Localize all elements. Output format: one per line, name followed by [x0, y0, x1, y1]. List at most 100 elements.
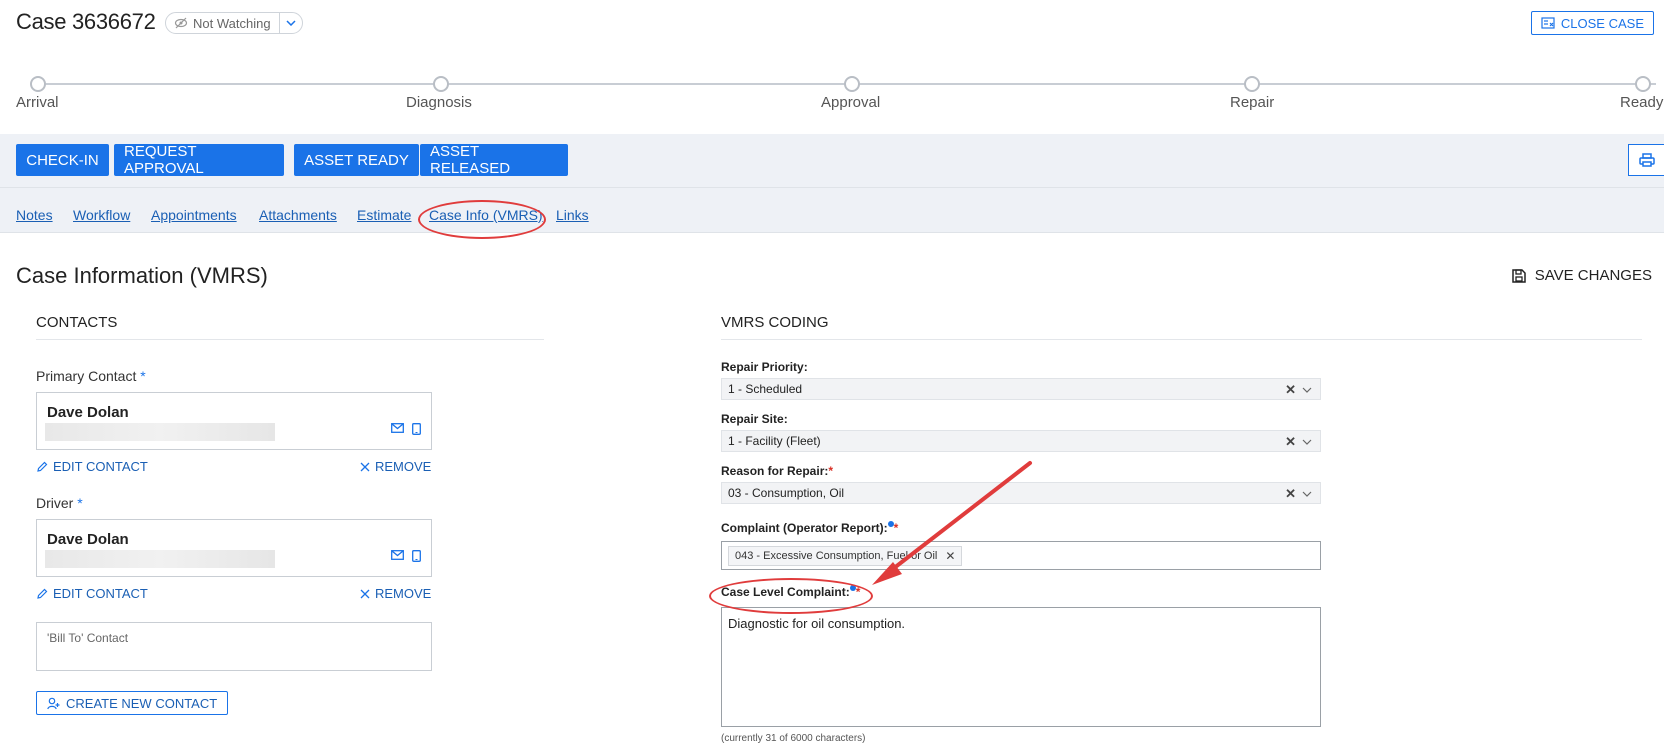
edit-primary-contact-button[interactable]: EDIT CONTACT: [36, 459, 148, 474]
remove-primary-contact-button[interactable]: REMOVE: [360, 459, 431, 474]
close-case-icon: [1541, 17, 1555, 29]
step-label: Diagnosis: [406, 94, 472, 111]
tab-attachments[interactable]: Attachments: [259, 207, 337, 223]
tab-workflow[interactable]: Workflow: [73, 207, 130, 223]
close-case-button[interactable]: CLOSE CASE: [1530, 11, 1654, 35]
required-marker: *: [893, 521, 899, 535]
page-title: Case Information (VMRS): [16, 263, 268, 288]
complaint-chip: 043 - Excessive Consumption, Fuel or Oil…: [728, 546, 963, 566]
remove-label: REMOVE: [375, 459, 432, 474]
case-complaint-label-text: Case Level Complaint:: [721, 585, 850, 599]
required-marker: *: [140, 368, 146, 384]
email-icon[interactable]: [391, 423, 404, 433]
close-icon: [360, 462, 370, 471]
required-marker: *: [855, 585, 861, 599]
tab-links[interactable]: Links: [556, 207, 589, 223]
phone-icon[interactable]: [412, 550, 421, 562]
tab-case-info-vmrs[interactable]: Case Info (VMRS): [429, 207, 543, 223]
watch-dropdown[interactable]: [280, 20, 302, 26]
chip-remove-icon[interactable]: ✕: [945, 549, 955, 563]
step-label: Ready: [1620, 94, 1664, 111]
request-approval-button[interactable]: REQUEST APPROVAL: [114, 143, 284, 177]
edit-driver-contact-button[interactable]: EDIT CONTACT: [36, 586, 148, 601]
edit-contact-label: EDIT CONTACT: [53, 586, 148, 601]
driver-contact-card: Dave Dolan: [36, 519, 432, 577]
tab-bar: Notes Workflow Appointments Attachments …: [0, 188, 1664, 233]
print-button[interactable]: [1628, 144, 1664, 176]
asset-released-button[interactable]: ASSET RELEASED: [420, 143, 568, 177]
contacts-section-title: CONTACTS: [36, 314, 544, 340]
watch-label: Not Watching: [193, 15, 271, 31]
step-dot: [844, 76, 860, 92]
bill-to-contact-field[interactable]: 'Bill To' Contact: [36, 622, 432, 671]
tab-appointments[interactable]: Appointments: [151, 207, 237, 223]
add-user-icon: [47, 697, 60, 709]
case-level-complaint-textarea[interactable]: Diagnostic for oil consumption.: [721, 607, 1321, 727]
chevron-down-icon: [286, 20, 296, 26]
step-dot: [1635, 76, 1651, 92]
vmrs-section-title: VMRS CODING: [721, 314, 1642, 340]
step-label: Repair: [1230, 94, 1275, 111]
asset-ready-button[interactable]: ASSET READY: [294, 144, 419, 176]
repair-site-select[interactable]: 1 - Facility (Fleet) ✕: [721, 430, 1321, 452]
step-dot: [433, 76, 449, 92]
complaint-multiselect[interactable]: 043 - Excessive Consumption, Fuel or Oil…: [721, 541, 1321, 570]
eye-off-icon: [174, 17, 188, 29]
bill-to-placeholder: 'Bill To' Contact: [47, 631, 129, 645]
create-new-contact-button[interactable]: CREATE NEW CONTACT: [36, 691, 229, 715]
remove-label: REMOVE: [375, 586, 432, 601]
save-changes-button[interactable]: SAVE CHANGES: [1511, 267, 1652, 284]
driver-name: Dave Dolan: [47, 531, 129, 548]
step-label: Approval: [821, 94, 881, 111]
primary-contact-label-text: Primary Contact: [36, 368, 137, 384]
edit-contact-label: EDIT CONTACT: [53, 459, 148, 474]
action-bar: CHECK-IN REQUEST APPROVAL ASSET READY AS…: [0, 134, 1664, 188]
reason-label-text: Reason for Repair:: [721, 464, 829, 478]
tab-notes[interactable]: Notes: [16, 207, 53, 223]
tab-estimate[interactable]: Estimate: [357, 207, 411, 223]
required-marker: *: [77, 495, 83, 511]
step-dot: [1244, 76, 1260, 92]
watch-button[interactable]: Not Watching: [166, 13, 280, 33]
phone-icon[interactable]: [412, 423, 421, 435]
save-icon: [1511, 268, 1526, 283]
clear-icon[interactable]: ✕: [1285, 434, 1296, 450]
step-dot: [30, 76, 46, 92]
clear-icon[interactable]: ✕: [1285, 486, 1296, 502]
redacted-contact-info: [45, 423, 275, 441]
reason-for-repair-select[interactable]: 03 - Consumption, Oil ✕: [721, 482, 1321, 504]
primary-contact-card: Dave Dolan: [36, 392, 432, 450]
driver-label: Driver *: [36, 495, 83, 511]
repair-site-label: Repair Site:: [721, 412, 788, 426]
save-changes-label: SAVE CHANGES: [1534, 267, 1652, 284]
redacted-contact-info: [45, 550, 275, 568]
printer-icon: [1638, 153, 1655, 167]
reason-for-repair-label: Reason for Repair:*: [721, 464, 833, 478]
repair-priority-label: Repair Priority:: [721, 360, 808, 374]
close-case-label: CLOSE CASE: [1560, 15, 1644, 31]
close-icon: [360, 589, 370, 598]
chevron-down-icon[interactable]: [1302, 439, 1312, 445]
remove-driver-contact-button[interactable]: REMOVE: [360, 586, 431, 601]
driver-label-text: Driver: [36, 495, 74, 511]
chevron-down-icon[interactable]: [1302, 387, 1312, 393]
step-label: Arrival: [16, 94, 59, 111]
case-progress: Arrival Diagnosis Approval Repair Ready: [0, 74, 1664, 114]
check-in-button[interactable]: CHECK-IN: [16, 144, 109, 176]
repair-site-value: 1 - Facility (Fleet): [728, 434, 821, 448]
repair-priority-select[interactable]: 1 - Scheduled ✕: [721, 378, 1321, 400]
primary-contact-label: Primary Contact *: [36, 368, 146, 384]
case-level-complaint-label: Case Level Complaint: *: [721, 585, 860, 599]
reason-value: 03 - Consumption, Oil: [728, 486, 845, 500]
complaint-label-text: Complaint (Operator Report):: [721, 521, 888, 535]
email-icon[interactable]: [391, 550, 404, 560]
required-marker: *: [828, 464, 834, 478]
repair-priority-value: 1 - Scheduled: [728, 382, 803, 396]
watch-toggle[interactable]: Not Watching: [165, 12, 303, 34]
primary-contact-name: Dave Dolan: [47, 404, 129, 421]
chevron-down-icon[interactable]: [1302, 491, 1312, 497]
pencil-icon: [37, 588, 48, 599]
create-new-contact-label: CREATE NEW CONTACT: [66, 695, 218, 711]
clear-icon[interactable]: ✕: [1285, 382, 1296, 398]
complaint-chip-label: 043 - Excessive Consumption, Fuel or Oil: [735, 550, 938, 562]
